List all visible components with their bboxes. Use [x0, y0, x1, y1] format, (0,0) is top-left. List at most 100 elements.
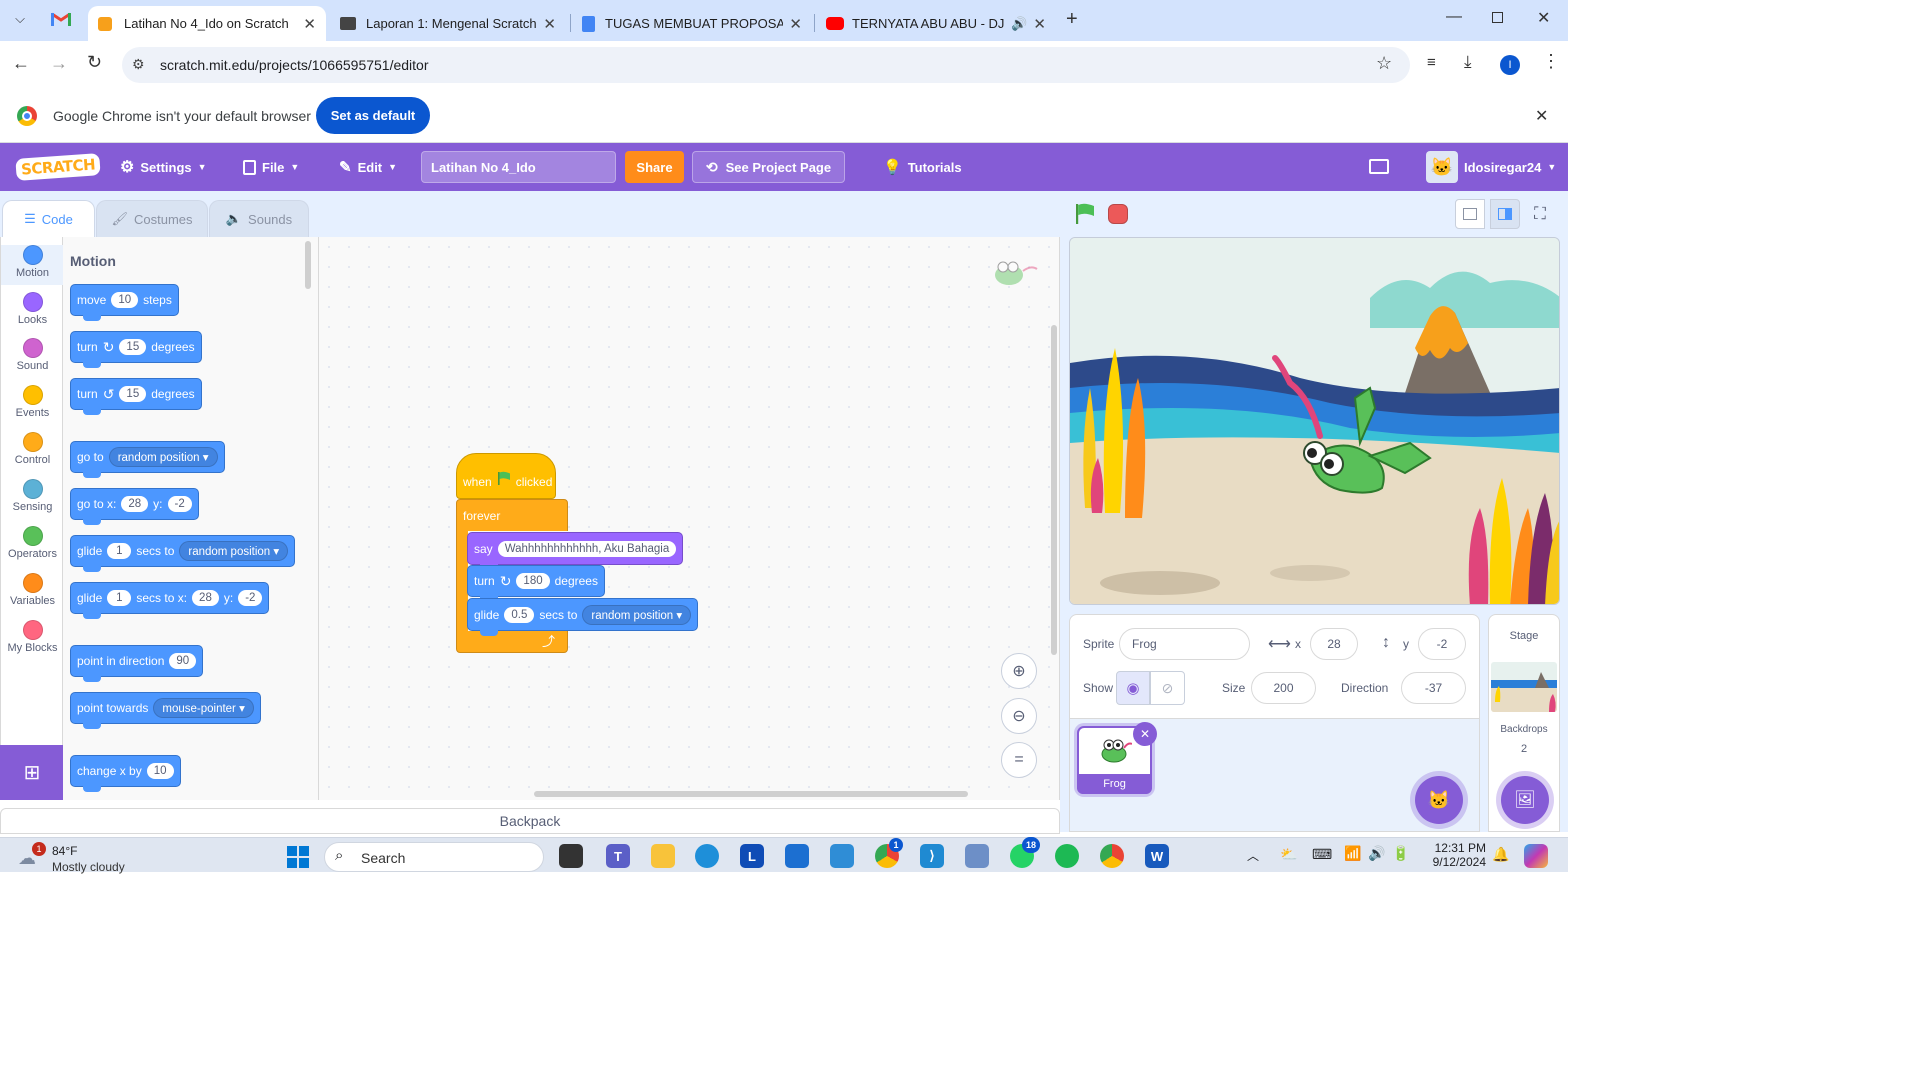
set-default-button[interactable]: Set as default — [316, 97, 430, 134]
close-icon[interactable]: ✕ — [1033, 15, 1046, 33]
block-glide-to-xy[interactable]: glide 1 secs to x: 28 y: -2 — [70, 582, 270, 619]
app-icon[interactable] — [830, 844, 854, 868]
target-dropdown[interactable]: random position ▾ — [108, 447, 218, 467]
download-icon[interactable]: ⤓ — [1464, 52, 1472, 72]
choose-sprite-button[interactable]: 🐱 — [1415, 776, 1463, 824]
windows-start-icon[interactable] — [287, 846, 309, 868]
block-go-to-xy[interactable]: go to x: 28 y: -2 — [70, 488, 199, 525]
x-input[interactable]: 28 — [192, 590, 219, 606]
stage-canvas[interactable] — [1069, 237, 1560, 605]
scratch-logo[interactable]: SCRATCH — [15, 143, 101, 191]
x-input[interactable]: 28 — [1310, 628, 1358, 660]
category-sensing[interactable]: Sensing — [1, 479, 64, 513]
teams-icon[interactable]: T — [606, 844, 630, 868]
category-my-blocks[interactable]: My Blocks — [1, 620, 64, 654]
tab-search-chevron-icon[interactable]: ⌵ — [10, 11, 30, 31]
restore-icon[interactable] — [1492, 12, 1503, 23]
site-info-icon[interactable]: ⚙ — [132, 56, 145, 73]
target-dropdown[interactable]: random position ▾ — [582, 604, 692, 625]
word-icon[interactable]: W — [1145, 844, 1169, 868]
small-stage-button[interactable] — [1455, 199, 1485, 229]
tab-docs[interactable]: TUGAS MEMBUAT PROPOSAL I ✕ — [572, 6, 812, 41]
y-input[interactable]: -2 — [1418, 628, 1466, 660]
media-control-icon[interactable]: ≡ — [1427, 54, 1436, 71]
fullscreen-icon[interactable]: ⛶ — [1534, 204, 1546, 224]
choose-backdrop-button[interactable]: 🖼 — [1501, 776, 1549, 824]
tab-laporan[interactable]: Laporan 1: Mengenal Scratch ✕ — [330, 6, 566, 41]
zoom-out-button[interactable]: ⊖ — [1001, 698, 1037, 734]
minimize-icon[interactable]: — — [1446, 8, 1462, 26]
tab-costumes[interactable]: 🖌 Costumes — [96, 200, 208, 237]
tray-keyboard-icon[interactable]: ⌨ — [1312, 846, 1332, 863]
delete-sprite-button[interactable]: ✕ — [1133, 722, 1157, 746]
forward-icon[interactable]: → — [50, 53, 68, 74]
number-input[interactable]: 10 — [146, 763, 174, 779]
tray-chevron-icon[interactable]: ︿ — [1247, 847, 1259, 864]
infobar-close-icon[interactable]: ✕ — [1535, 106, 1548, 126]
y-input[interactable]: -2 — [167, 496, 192, 512]
block-turn-left[interactable]: turn ↺ 15 degrees — [70, 378, 202, 415]
sprite-tile-frog[interactable]: Frog ✕ — [1077, 722, 1157, 794]
vscode-icon[interactable]: ⟩ — [920, 844, 944, 868]
edit-menu[interactable]: ✎ Edit ▼ — [339, 143, 397, 191]
block-turn[interactable]: turn ↻ 180 degrees — [467, 565, 605, 602]
category-events[interactable]: Events — [1, 385, 64, 419]
number-input[interactable]: 1 — [107, 590, 132, 606]
settings-menu[interactable]: ⚙ Settings ▼ — [120, 143, 207, 191]
tutorials-button[interactable]: 💡 Tutorials — [883, 143, 962, 191]
battery-icon[interactable]: 🔋 — [1392, 845, 1409, 862]
weather-widget[interactable]: ☁ 1 84°F Mostly cloudy — [18, 842, 148, 874]
lunacy-l-icon[interactable]: L — [740, 844, 764, 868]
hat-block-when-flag-clicked[interactable]: when clicked — [456, 453, 556, 499]
microsoft-store-icon[interactable] — [785, 844, 809, 868]
volume-icon[interactable]: 🔊 — [1368, 845, 1385, 862]
category-sound[interactable]: Sound — [1, 338, 64, 372]
task-view-icon[interactable] — [559, 844, 583, 868]
spotify-icon[interactable] — [1055, 844, 1079, 868]
show-hidden-button[interactable]: ⊘ — [1150, 671, 1185, 705]
address-bar[interactable]: ⚙ scratch.mit.edu/projects/1066595751/ed… — [122, 47, 1410, 83]
zoom-in-button[interactable]: ⊕ — [1001, 653, 1037, 689]
project-title-input[interactable]: Latihan No 4_Ido — [421, 151, 616, 183]
y-input[interactable]: -2 — [238, 590, 263, 606]
user-avatar[interactable]: 🐱 — [1426, 151, 1458, 183]
category-variables[interactable]: Variables — [1, 573, 64, 607]
green-flag-button[interactable] — [1074, 203, 1096, 228]
seconds-input[interactable]: 0.5 — [504, 606, 535, 623]
number-input[interactable]: 10 — [111, 292, 139, 308]
reload-icon[interactable]: ↻ — [87, 52, 102, 73]
stop-button[interactable] — [1108, 204, 1128, 224]
tray-app-icon[interactable]: ⛅ — [1280, 846, 1297, 863]
tab-scratch[interactable]: Latihan No 4_Ido on Scratch ✕ — [88, 6, 326, 41]
file-explorer-icon[interactable] — [651, 844, 675, 868]
code-workspace[interactable]: when clicked forever ⤴ say Wahhhhhhhhhhh… — [319, 237, 1060, 800]
chart-app-icon[interactable] — [965, 844, 989, 868]
add-extension-button[interactable]: ⊞ — [0, 745, 64, 800]
url-text[interactable]: scratch.mit.edu/projects/1066595751/edit… — [160, 57, 429, 73]
number-input[interactable]: 1 — [107, 543, 132, 559]
category-motion[interactable]: Motion — [1, 245, 64, 285]
account-menu[interactable]: Idosiregar24 ▼ — [1464, 143, 1556, 191]
category-looks[interactable]: Looks — [1, 292, 64, 326]
block-change-x[interactable]: change x by 10 — [70, 755, 181, 792]
target-dropdown[interactable]: mouse-pointer ▾ — [153, 698, 254, 718]
direction-input[interactable]: -37 — [1401, 672, 1466, 704]
close-icon[interactable]: ✕ — [789, 15, 802, 33]
number-input[interactable]: 15 — [119, 386, 147, 402]
whatsapp-icon[interactable]: 18 — [1010, 837, 1040, 868]
share-button[interactable]: Share — [625, 151, 684, 183]
block-glide[interactable]: glide 0.5 secs to random position ▾ — [467, 598, 699, 636]
block-point-towards[interactable]: point towards mouse-pointer ▾ — [70, 692, 261, 729]
file-menu[interactable]: File ▼ — [243, 143, 299, 191]
clock[interactable]: 12:31 PM 9/12/2024 — [1420, 841, 1486, 869]
tab-sounds[interactable]: 🔈 Sounds — [209, 200, 309, 237]
back-icon[interactable]: ← — [12, 53, 30, 74]
number-input[interactable]: 90 — [169, 653, 197, 669]
block-move-steps[interactable]: move 10 steps — [70, 284, 179, 321]
bookmark-star-icon[interactable]: ☆ — [1376, 53, 1392, 74]
block-go-to[interactable]: go to random position ▾ — [70, 441, 225, 478]
tab-code[interactable]: ☰ Code — [2, 200, 95, 237]
chrome-profile-icon[interactable] — [1100, 844, 1124, 868]
tab-youtube[interactable]: TERNYATA ABU ABU - DJ Q 🔊 ✕ — [816, 6, 1056, 41]
block-point-in-direction[interactable]: point in direction 90 — [70, 645, 204, 682]
